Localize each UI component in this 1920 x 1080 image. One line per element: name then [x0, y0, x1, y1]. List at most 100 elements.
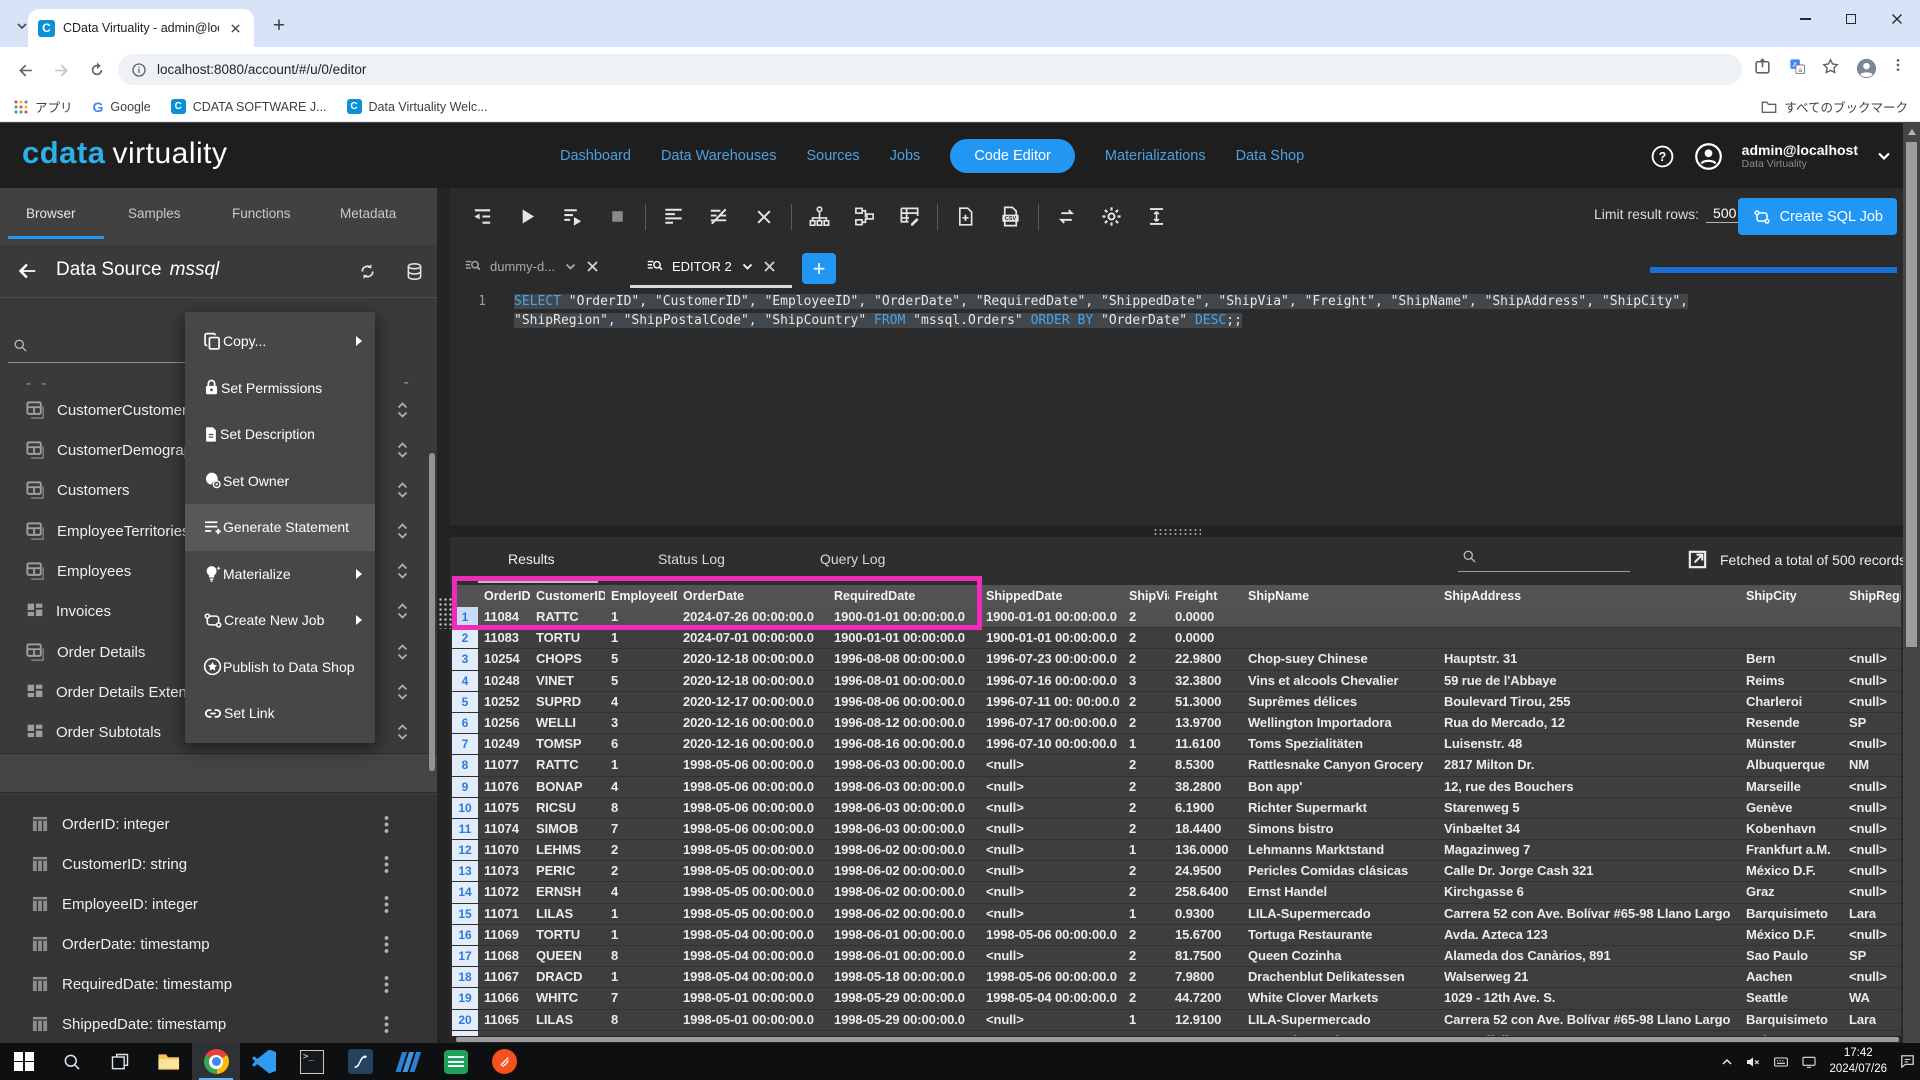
- minimize-button[interactable]: [1782, 0, 1828, 38]
- table-row[interactable]: 1911066WHITC71998-05-01 00:00:00.01998-0…: [452, 988, 1901, 1009]
- table-row[interactable]: 1611069TORTU11998-05-04 00:00:00.01998-0…: [452, 925, 1901, 946]
- apps-shortcut[interactable]: アプリ: [14, 97, 73, 116]
- kebab-menu-icon[interactable]: [384, 935, 389, 954]
- menu-item-create-new-job[interactable]: Create New Job: [185, 597, 375, 644]
- url-bar[interactable]: localhost:8080/account/#/u/0/editor: [118, 54, 1742, 85]
- menu-item-set-owner[interactable]: Set Owner: [185, 458, 375, 505]
- page-scrollbar[interactable]: [1903, 122, 1920, 1043]
- taskbar-file-explorer-button[interactable]: [144, 1043, 192, 1080]
- app-logo[interactable]: cdata virtuality: [22, 135, 228, 171]
- keyboard-icon[interactable]: [1773, 1054, 1789, 1070]
- results-search-input[interactable]: [1458, 571, 1630, 572]
- column-header-shippeddate[interactable]: ShippedDate: [980, 585, 1123, 607]
- results-tab-results[interactable]: Results: [508, 551, 555, 567]
- account-info[interactable]: admin@localhost Data Virtuality: [1742, 142, 1858, 170]
- results-horizontal-scrollbar[interactable]: [452, 1036, 1903, 1043]
- table-row[interactable]: 1811067DRACD11998-05-04 00:00:00.01998-0…: [452, 967, 1901, 988]
- action-center-icon[interactable]: [1899, 1053, 1916, 1070]
- panel-splitter[interactable]: [450, 525, 1903, 537]
- taskbar-task-view-button[interactable]: [96, 1043, 144, 1080]
- info-icon[interactable]: [131, 62, 147, 78]
- bookmark-item[interactable]: CData Virtuality Welc...: [347, 99, 488, 115]
- table-row[interactable]: 310254CHOPS52020-12-18 00:00:00.01996-08…: [452, 649, 1901, 670]
- taskbar-data-app-button[interactable]: [384, 1043, 432, 1080]
- table-row[interactable]: 410248VINET52020-12-18 00:00:00.01996-08…: [452, 671, 1901, 692]
- nav-item-code-editor[interactable]: Code Editor: [950, 139, 1075, 173]
- taskbar-search-button[interactable]: [48, 1043, 96, 1080]
- help-icon[interactable]: ?: [1650, 144, 1675, 169]
- nav-item-data-shop[interactable]: Data Shop: [1236, 148, 1305, 164]
- bookmark-item[interactable]: GGoogle: [93, 99, 151, 115]
- table-row[interactable]: 1411072ERNSH41998-05-05 00:00:00.01998-0…: [452, 882, 1901, 903]
- column-header-shipvia[interactable]: ShipVia: [1123, 585, 1169, 607]
- sidebar-tab-browser[interactable]: Browser: [26, 206, 76, 221]
- sidebar-tab-samples[interactable]: Samples: [128, 206, 181, 221]
- bookmark-star-icon[interactable]: [1821, 57, 1840, 76]
- table-row[interactable]: 1711068QUEEN81998-05-04 00:00:00.01998-0…: [452, 946, 1901, 967]
- forward-icon[interactable]: [48, 57, 74, 83]
- sidebar-tab-metadata[interactable]: Metadata: [340, 206, 396, 221]
- table-row[interactable]: 811077RATTC11998-05-06 00:00:00.01998-06…: [452, 755, 1901, 776]
- column-item-requireddate[interactable]: RequiredDate: timestamp: [0, 966, 437, 1002]
- close-icon[interactable]: [763, 260, 776, 273]
- column-header-freight[interactable]: Freight: [1169, 585, 1242, 607]
- reorder-chevrons-icon[interactable]: [396, 401, 409, 419]
- page-scrollbar-thumb[interactable]: [1906, 142, 1917, 647]
- menu-item-generate-statement[interactable]: Generate Statement: [185, 504, 375, 551]
- nav-item-jobs[interactable]: Jobs: [890, 148, 921, 164]
- table-row[interactable]: 1311073PERIC21998-05-05 00:00:00.01998-0…: [452, 861, 1901, 882]
- toolbar-stop-button[interactable]: [595, 199, 640, 235]
- toolbar-explain-plan-button[interactable]: [797, 199, 842, 235]
- toolbar-format-sql-button[interactable]: [651, 199, 696, 235]
- reorder-chevrons-icon[interactable]: [396, 441, 409, 459]
- profile-avatar[interactable]: [1855, 57, 1878, 80]
- account-chevron-down-icon[interactable]: [1876, 148, 1892, 164]
- nav-item-materializations[interactable]: Materializations: [1105, 148, 1206, 164]
- toolbar-run-script-button[interactable]: [550, 199, 595, 235]
- taskbar-chrome-button[interactable]: [192, 1043, 240, 1080]
- table-row[interactable]: 1211070LEHMS21998-05-05 00:00:00.01998-0…: [452, 840, 1901, 861]
- table-row[interactable]: 1011075RICSU81998-05-06 00:00:00.01998-0…: [452, 798, 1901, 819]
- results-tab-status-log[interactable]: Status Log: [658, 551, 725, 567]
- taskbar-start-button[interactable]: [0, 1043, 48, 1080]
- column-item-orderid[interactable]: OrderID: integer: [0, 806, 437, 842]
- nav-item-dashboard[interactable]: Dashboard: [560, 148, 631, 164]
- table-row[interactable]: 610256WELLI32020-12-16 00:00:00.01996-08…: [452, 713, 1901, 734]
- toolbar-query-plan-button[interactable]: [842, 199, 887, 235]
- toolbar-replace-button[interactable]: [1044, 199, 1089, 235]
- bookmark-item[interactable]: CCDATA SOFTWARE J...: [171, 99, 327, 115]
- translate-icon[interactable]: Aa: [1788, 57, 1807, 76]
- reload-icon[interactable]: [84, 57, 110, 83]
- table-row[interactable]: 211083TORTU12024-07-01 00:00:00.01900-01…: [452, 628, 1901, 649]
- back-icon[interactable]: [12, 57, 38, 83]
- table-row[interactable]: 510252SUPRD42020-12-17 00:00:00.01996-08…: [452, 692, 1901, 713]
- column-header-shipname[interactable]: ShipName: [1242, 585, 1438, 607]
- tab-close-icon[interactable]: [227, 20, 244, 37]
- data-sources-icon[interactable]: [404, 261, 425, 282]
- reorder-chevrons-icon[interactable]: [396, 723, 409, 741]
- share-icon[interactable]: [1753, 57, 1772, 76]
- column-header-shipaddress[interactable]: ShipAddress: [1438, 585, 1738, 607]
- kebab-menu-icon[interactable]: [384, 1015, 389, 1034]
- column-item-shippeddate[interactable]: ShippedDate: timestamp: [0, 1006, 437, 1042]
- toolbar-run-button[interactable]: [505, 199, 550, 235]
- toolbar-format-off-button[interactable]: [696, 199, 741, 235]
- taskbar-terminal-button[interactable]: >_: [288, 1043, 336, 1080]
- reorder-chevrons-icon[interactable]: [396, 481, 409, 499]
- add-editor-tab-button[interactable]: +: [802, 253, 836, 284]
- scrollbar-thumb[interactable]: [456, 1037, 1899, 1042]
- results-tab-query-log[interactable]: Query Log: [820, 551, 885, 567]
- kebab-menu-icon[interactable]: [384, 895, 389, 914]
- network-icon[interactable]: [1801, 1054, 1817, 1070]
- taskbar-vscode-button[interactable]: [240, 1043, 288, 1080]
- chevron-down-icon[interactable]: [564, 260, 577, 273]
- table-row[interactable]: 1511071LILAS11998-05-05 00:00:00.01998-0…: [452, 904, 1901, 925]
- back-arrow-icon[interactable]: [16, 260, 38, 282]
- reorder-chevrons-icon[interactable]: [396, 643, 409, 661]
- taskbar-sql-tool-button[interactable]: [336, 1043, 384, 1080]
- column-header-shipregion[interactable]: ShipRegion: [1841, 585, 1901, 607]
- menu-item-set-description[interactable]: Set Description: [185, 411, 375, 458]
- toolbar-collapse-panel-button[interactable]: [460, 199, 505, 235]
- taskbar-sheets-app-button[interactable]: [432, 1043, 480, 1080]
- kebab-menu-icon[interactable]: [384, 855, 389, 874]
